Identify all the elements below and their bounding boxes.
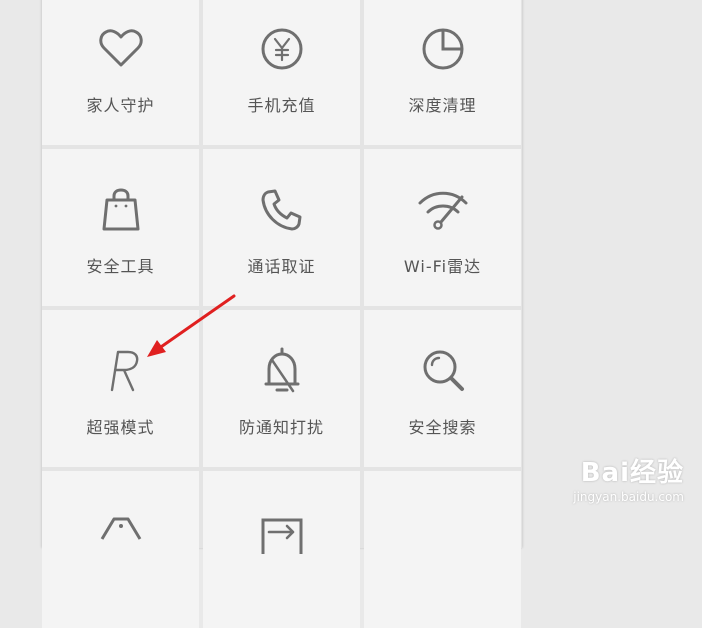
feature-grid-panel: 家人守护 手机充值 深度清理 安全工具 通话取证 Wi-Fi雷达 超强模式 防通… <box>42 0 522 628</box>
tile-label: 安全工具 <box>86 257 155 276</box>
tile-row4-middle[interactable] <box>203 471 360 628</box>
tile-label: 深度清理 <box>408 96 477 115</box>
heart-icon <box>42 0 199 98</box>
bell-off-icon <box>203 310 360 420</box>
watermark-url: jingyan.baidu.com <box>573 490 684 504</box>
yen-coin-icon <box>203 0 360 98</box>
tile-label: 手机充值 <box>247 96 316 115</box>
tile-label: 家人守护 <box>86 96 155 115</box>
tile-phone-recharge[interactable]: 手机充值 <box>203 0 360 145</box>
watermark: Bai经验 jingyan.baidu.com <box>524 440 684 520</box>
tile-call-evidence[interactable]: 通话取证 <box>203 149 360 306</box>
shopping-bag-icon <box>42 149 199 259</box>
phone-icon <box>203 149 360 259</box>
wifi-icon <box>364 149 521 259</box>
tile-security-tools[interactable]: 安全工具 <box>42 149 199 306</box>
tile-notification-block[interactable]: 防通知打扰 <box>203 310 360 467</box>
tile-wifi-radar[interactable]: Wi-Fi雷达 <box>364 149 521 306</box>
search-icon <box>364 310 521 420</box>
tile-label: 通话取证 <box>247 257 316 276</box>
tile-super-mode[interactable]: 超强模式 <box>42 310 199 467</box>
export-icon <box>203 471 360 581</box>
r-letter-icon <box>42 310 199 420</box>
tile-safe-search[interactable]: 安全搜索 <box>364 310 521 467</box>
tile-row4-left[interactable] <box>42 471 199 628</box>
tile-row4-right[interactable] <box>364 471 521 628</box>
tag-icon <box>42 471 199 581</box>
tile-label: Wi-Fi雷达 <box>403 257 482 276</box>
tile-family-guard[interactable]: 家人守护 <box>42 0 199 145</box>
tile-label: 防通知打扰 <box>238 418 324 437</box>
tile-deep-clean[interactable]: 深度清理 <box>364 0 521 145</box>
pie-chart-icon <box>364 0 521 98</box>
tile-label: 安全搜索 <box>408 418 477 437</box>
watermark-brand: Bai经验 <box>580 458 684 488</box>
tile-label: 超强模式 <box>86 418 155 437</box>
